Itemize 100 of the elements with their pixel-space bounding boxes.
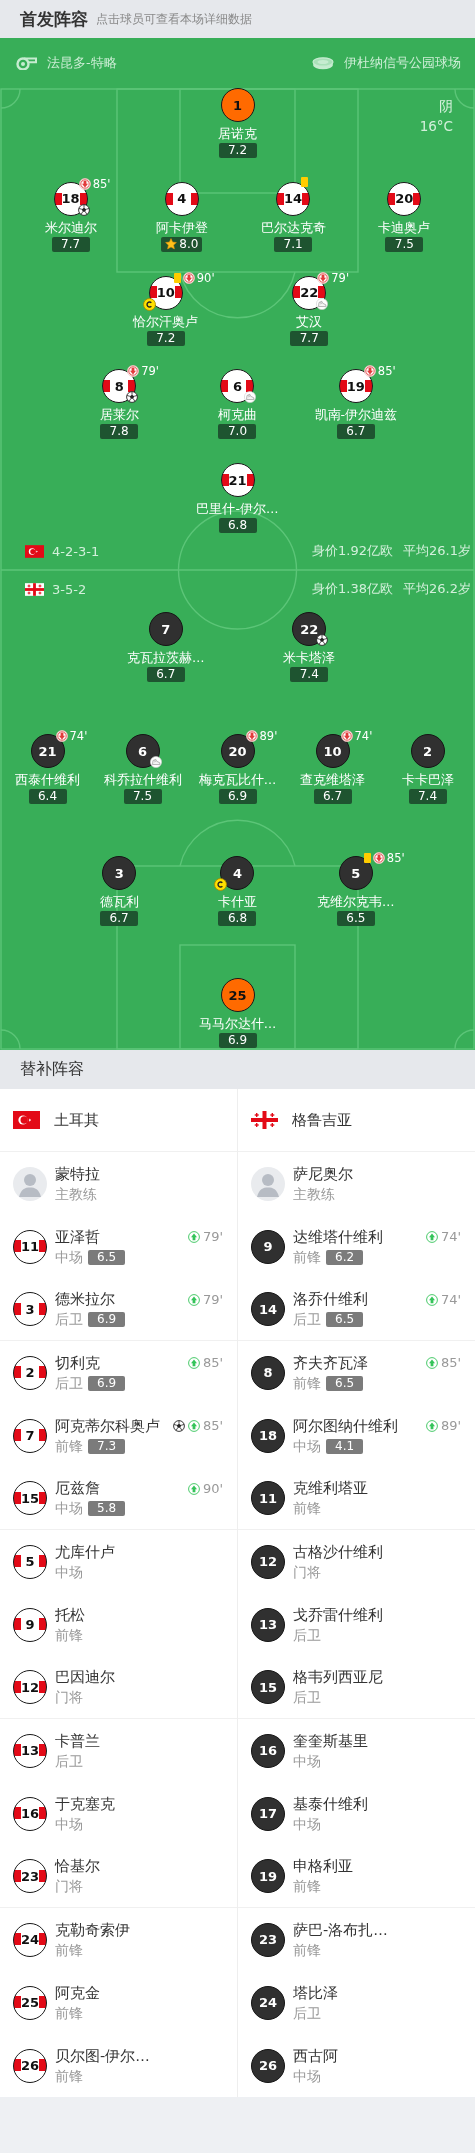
player-number[interactable]: 7 [148,612,183,646]
player-name[interactable]: 达维塔什维利 [293,1226,383,1247]
player-name[interactable]: 尤库什卢 [55,1541,115,1562]
player-number: 9 [13,1607,47,1642]
player-number[interactable]: 1 [220,88,255,122]
player-rating: 6.2 [326,1249,364,1265]
player-number[interactable]: 14 [276,181,311,216]
formation: 3-5-2 [52,581,87,597]
coach-role: 主教练 [55,1184,98,1204]
player-number[interactable]: 21 [30,734,65,768]
player-position: 后卫 [55,1373,83,1393]
player-number[interactable]: 2 [410,734,445,768]
player-number: 16 [13,1796,47,1831]
player-name[interactable]: 阿尔图纳什维利 [293,1415,398,1436]
player-number: 15 [13,1481,47,1515]
player-name[interactable]: 齐夫齐瓦泽 [293,1352,368,1373]
player-position: 前锋 [55,1625,83,1645]
player-number: 18 [251,1418,285,1453]
player-number: 24 [13,1922,47,1957]
player-position: 前锋 [55,1436,83,1456]
substitution-minute: 89' [440,1418,461,1433]
player-name: 卡卡巴泽 [401,771,454,788]
player-rating: 7.8 [109,424,129,440]
player-number[interactable]: 5 [338,856,373,890]
player-rating: 6.5 [326,1312,364,1327]
player-position: 中场 [293,2066,321,2086]
player-position: 中场 [293,1751,321,1771]
stadium-icon [312,56,334,70]
player-name[interactable]: 申格利亚 [293,1856,353,1876]
player-number[interactable]: 20 [220,734,255,768]
player-rating: 6.7 [322,789,343,804]
player-name[interactable]: 戈乔雷什维利 [293,1604,383,1625]
player-name[interactable]: 格韦列西亚尼 [293,1667,383,1687]
market-value: 身价1.92亿欧 [312,542,394,560]
player-rating: 6.9 [88,1312,126,1327]
player-number[interactable]: 25 [220,978,255,1012]
section-title: 替补阵容 [20,1059,84,1080]
player-name[interactable]: 亚泽哲 [55,1226,126,1247]
coach-name[interactable]: 萨尼奥尔 [293,1163,353,1184]
player-number[interactable]: 20 [387,181,422,216]
player-number: 23 [251,1922,285,1957]
player-name[interactable]: 巴因迪尔 [55,1667,115,1687]
player-name[interactable]: 基泰什维利 [293,1793,368,1814]
player-name: 居诺克 [218,125,257,142]
player-rating: 6.4 [37,789,58,804]
player-number[interactable]: 6 [220,369,255,404]
player-number: 5 [13,1544,47,1579]
player-name[interactable]: 塔比泽 [293,1982,338,2003]
player-name[interactable]: 古格沙什维利 [293,1541,383,1562]
player-number[interactable]: 10 [315,734,350,768]
player-rating: 6.5 [88,1249,126,1265]
substitution-minute: 74' [354,729,373,743]
player-name[interactable]: 恰基尔 [55,1856,100,1876]
player-rating: 4.1 [326,1438,364,1454]
player-name: 马马尔达什… [198,1015,277,1032]
player-name[interactable]: 西古阿 [293,2045,338,2066]
player-name[interactable]: 萨巴-洛布扎… [293,1919,388,1940]
player-position: 门将 [55,1877,83,1896]
player-rating: 6.7 [346,424,366,440]
substitution-minute: 85' [386,851,405,865]
substitution-minute: 90' [202,1481,223,1496]
weather-condition: 阴 [439,97,453,116]
player-name[interactable]: 洛乔什维利 [293,1289,368,1309]
player-name[interactable]: 贝尔图-伊尔… [55,2045,150,2066]
player-number: 26 [13,2048,47,2083]
player-number: 13 [13,1733,47,1768]
player-number[interactable]: 3 [102,856,137,890]
player-number[interactable]: 21 [220,463,255,497]
player-name[interactable]: 于克塞克 [55,1793,115,1814]
player-number[interactable]: 4 [164,181,199,216]
whistle-icon [15,56,37,70]
player-name[interactable]: 德米拉尔 [55,1289,126,1309]
player-number[interactable]: 4 [220,856,255,890]
player-name[interactable]: 奎奎斯基里 [293,1730,368,1751]
player-number[interactable]: 6 [125,734,160,768]
player-name: 巴里什-伊尔… [196,500,279,517]
player-name[interactable]: 切利克 [55,1352,126,1373]
player-position: 前锋 [55,1940,83,1960]
player-position: 后卫 [55,1751,83,1771]
player-name[interactable]: 卡普兰 [55,1730,100,1751]
substitution-minute: 74' [69,729,88,743]
player-name: 梅克瓦比什… [198,771,277,788]
substitution-minute: 79' [141,364,159,379]
player-name[interactable]: 克维利塔亚 [293,1478,368,1498]
substitution-minute: 79' [202,1292,223,1307]
player-rating: 7.1 [283,236,303,252]
substitution-minute: 85' [202,1355,223,1370]
player-name[interactable]: 阿克蒂尔科奥卢 [55,1415,160,1436]
player-position: 中场 [55,1814,83,1834]
player-name: 居莱尔 [99,406,139,424]
player-position: 前锋 [293,1373,321,1393]
player-name[interactable]: 厄兹詹 [55,1478,126,1498]
player-number[interactable]: 22 [292,612,327,646]
player-name[interactable]: 托松 [55,1604,85,1625]
player-rating: 7.5 [394,236,414,252]
referee-name: 法昆多-特略 [47,54,117,72]
coach-name[interactable]: 蒙特拉 [55,1163,100,1184]
player-name[interactable]: 阿克金 [55,1982,100,2003]
player-number[interactable]: 19 [338,369,373,404]
player-name[interactable]: 克勒奇索伊 [55,1919,130,1940]
